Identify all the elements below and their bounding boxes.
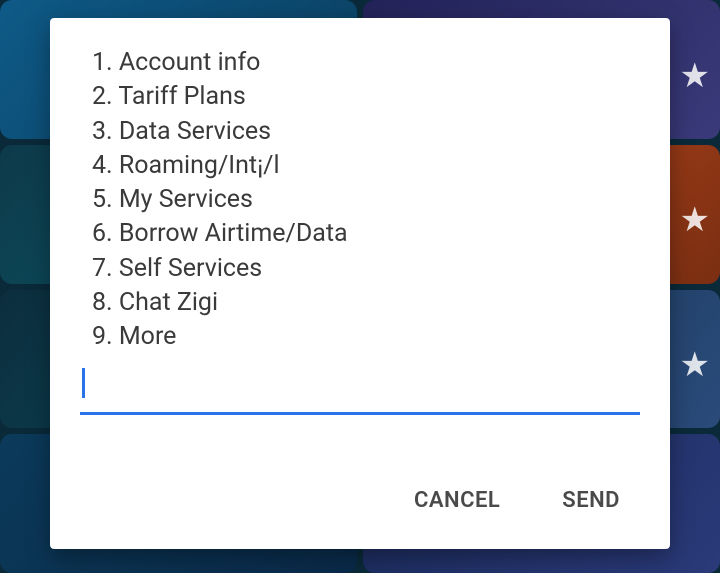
- menu-item-number: 5.: [92, 185, 113, 214]
- menu-item-label: My Services: [119, 185, 253, 214]
- star-icon: ★: [680, 200, 710, 240]
- ussd-dialog: 1. Account info 2. Tariff Plans 3. Data …: [50, 18, 670, 549]
- menu-item: 4. Roaming/Int¡/l: [92, 149, 640, 183]
- menu-item-number: 2.: [92, 82, 113, 111]
- dialog-actions: CANCEL SEND: [80, 454, 640, 529]
- menu-item: 3. Data Services: [92, 115, 640, 149]
- text-cursor: [82, 368, 85, 398]
- send-button[interactable]: SEND: [558, 482, 624, 519]
- input-row: [80, 368, 640, 415]
- star-icon: ★: [680, 345, 710, 385]
- menu-item-number: 9.: [92, 322, 113, 351]
- menu-item: 7. Self Services: [92, 252, 640, 286]
- menu-item-number: 8.: [92, 288, 113, 317]
- menu-item: 8. Chat Zigi: [92, 286, 640, 320]
- menu-item: 9. More: [92, 320, 640, 354]
- menu-item: 5. My Services: [92, 183, 640, 217]
- menu-item-number: 1.: [92, 48, 113, 77]
- menu-item-label: Roaming/Int¡/l: [119, 151, 280, 180]
- star-icon: ★: [680, 56, 710, 96]
- menu-item-number: 3.: [92, 117, 113, 146]
- menu-item-label: Self Services: [119, 254, 262, 283]
- menu-item-number: 4.: [92, 151, 113, 180]
- menu-item-label: Account info: [119, 48, 261, 77]
- menu-item: 1. Account info: [92, 46, 640, 80]
- menu-item-label: Chat Zigi: [119, 288, 218, 317]
- menu-item-label: Data Services: [119, 117, 271, 146]
- cancel-button[interactable]: CANCEL: [410, 482, 504, 519]
- menu-item-number: 7.: [92, 254, 113, 283]
- menu-item-label: Tariff Plans: [118, 82, 245, 111]
- menu-item-label: More: [119, 322, 177, 351]
- menu-item: 6. Borrow Airtime/Data: [92, 217, 640, 251]
- ussd-menu-list: 1. Account info 2. Tariff Plans 3. Data …: [80, 46, 640, 354]
- ussd-input[interactable]: [80, 368, 640, 415]
- menu-item: 2. Tariff Plans: [92, 80, 640, 114]
- menu-item-label: Borrow Airtime/Data: [119, 219, 348, 248]
- menu-item-number: 6.: [92, 219, 113, 248]
